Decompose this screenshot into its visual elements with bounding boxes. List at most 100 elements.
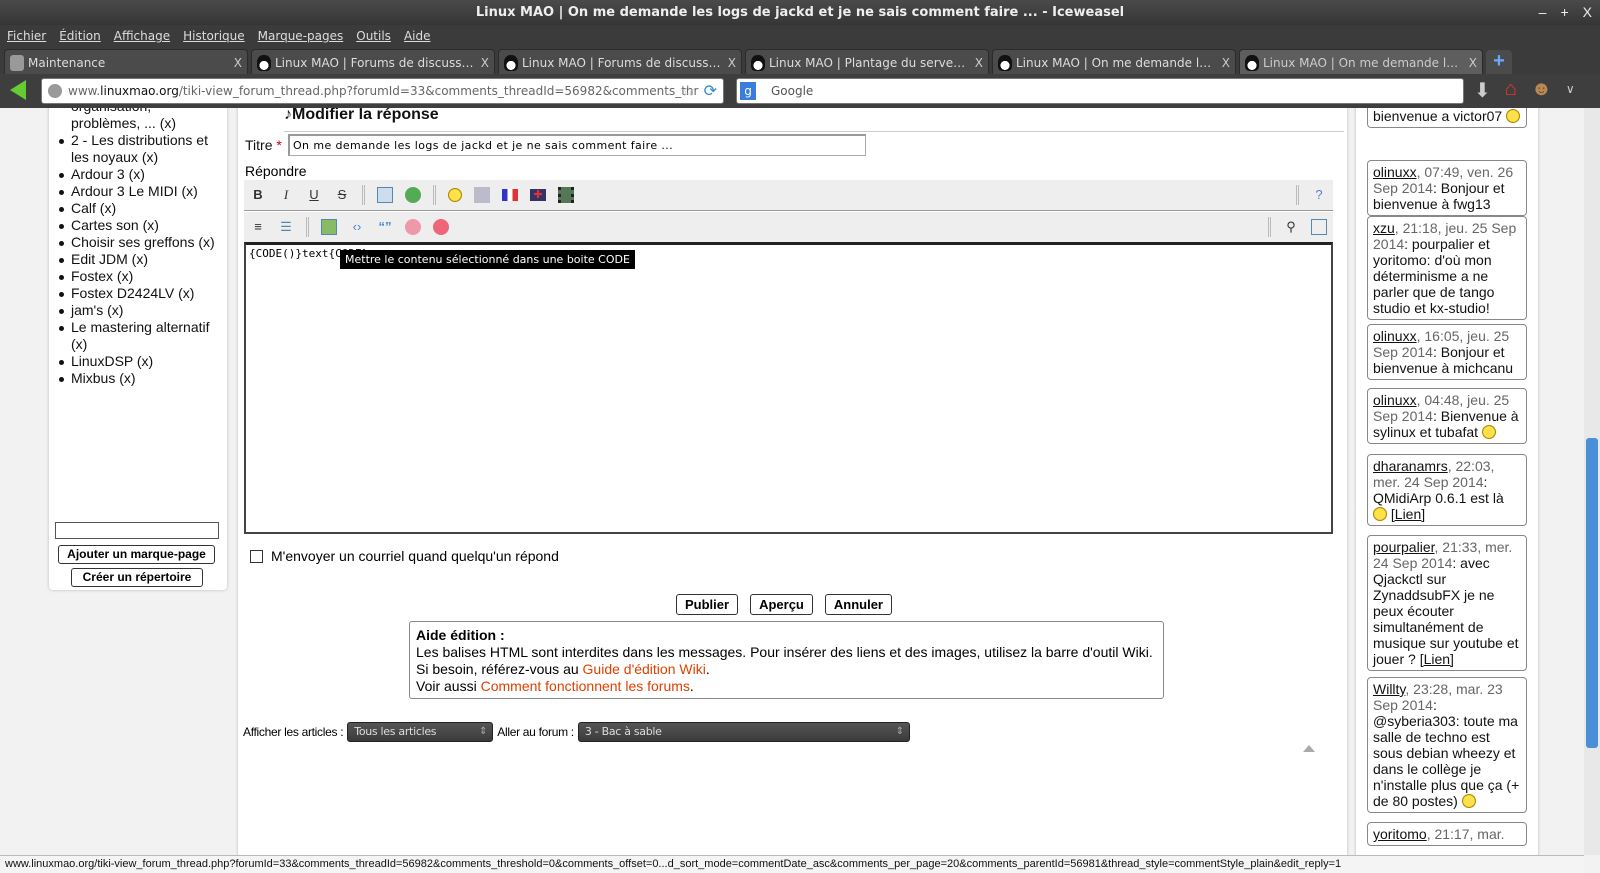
back-arrow-icon[interactable] <box>10 80 26 100</box>
bookmark-item[interactable]: 2 - Les distributions et les noyaux (x) <box>57 132 222 166</box>
tab[interactable]: Maintenance X <box>4 49 248 75</box>
flag-fr-icon[interactable] <box>502 189 518 201</box>
close-button[interactable]: X <box>1583 4 1592 20</box>
bookmark-item[interactable]: Ardour 3 (x) <box>57 166 222 183</box>
menu-marque-pages[interactable]: Marque-pages <box>258 29 344 43</box>
bookmark-item[interactable]: Le mastering alternatif (x) <box>57 319 222 353</box>
bookmark-item[interactable]: LinuxDSP (x) <box>57 353 222 370</box>
goto-forum-select[interactable]: 3 - Bac à sable <box>577 722 910 742</box>
bookmark-item[interactable]: Mixbus (x) <box>57 370 222 387</box>
chevron-down-icon[interactable]: ∨ <box>1566 78 1575 103</box>
list-icon[interactable]: ☰ <box>278 219 294 235</box>
bookmark-item[interactable]: Fostex D2424LV (x) <box>57 285 222 302</box>
tab[interactable]: Linux MAO | Forums de discussion X <box>251 49 495 75</box>
close-tab-icon[interactable]: X <box>234 56 242 70</box>
close-tab-icon[interactable]: X <box>1222 56 1230 70</box>
menu-fichier[interactable]: Fichier <box>7 29 46 43</box>
separator <box>1296 185 1299 205</box>
quote-icon[interactable]: “” <box>377 219 393 235</box>
video-icon[interactable] <box>558 187 574 203</box>
edit-help-box: Aide édition : Les balises HTML sont int… <box>409 621 1164 699</box>
menu-aide[interactable]: Aide <box>404 29 431 43</box>
vertical-scrollbar[interactable] <box>1584 108 1600 855</box>
message-author[interactable]: yoritomo <box>1373 826 1427 842</box>
message-author[interactable]: pourpalier <box>1373 539 1435 555</box>
divider <box>284 131 1344 132</box>
tab-active[interactable]: Linux MAO | On me demande les ... X <box>1239 49 1483 75</box>
find-icon[interactable]: ⚲ <box>1283 219 1299 235</box>
bookmark-item[interactable]: Cartes son (x) <box>57 217 222 234</box>
home-icon[interactable]: ⌂ <box>1505 78 1517 103</box>
menu-historique[interactable]: Historique <box>183 29 245 43</box>
create-folder-button[interactable]: Créer un répertoire <box>71 568 203 587</box>
message-author[interactable]: olinuxx <box>1373 164 1417 180</box>
close-tab-icon[interactable]: X <box>728 56 736 70</box>
tab[interactable]: Linux MAO | On me demande les ... X <box>992 49 1236 75</box>
bookmark-item[interactable]: Fostex (x) <box>57 268 222 285</box>
greasemonkey-icon[interactable]: ☻ <box>1531 78 1552 103</box>
minimize-button[interactable]: – <box>1539 4 1547 20</box>
external-link-icon[interactable] <box>405 187 421 203</box>
close-tab-icon[interactable]: X <box>481 56 489 70</box>
url-bar[interactable]: www.linuxmao.org/tiki-view_forum_thread.… <box>41 78 724 104</box>
download-icon[interactable]: ⬇ <box>1474 78 1491 103</box>
google-icon[interactable]: g <box>740 82 756 100</box>
bookmark-star-icon[interactable]: ☆ <box>681 79 695 103</box>
bookmark-item[interactable]: jam's (x) <box>57 302 222 319</box>
title-input[interactable]: On me demande les logs de jackd et je ne… <box>288 134 866 156</box>
menu-affichage[interactable]: Affichage <box>114 29 170 43</box>
bookmark-item[interactable]: organisation, problèmes, ... (x) <box>57 108 222 132</box>
menu-outils[interactable]: Outils <box>356 29 391 43</box>
message-author[interactable]: xzu <box>1373 220 1395 236</box>
globe-icon <box>48 84 62 98</box>
search-input[interactable]: g Google <box>736 78 1464 104</box>
publish-button[interactable]: Publier <box>676 594 739 615</box>
special-chars-icon[interactable] <box>474 187 490 203</box>
flag-uk-icon[interactable]: ✚ <box>530 189 546 201</box>
shoutbox-message: Sep 2014: Bonjour et bienvenue a victor0… <box>1367 108 1527 128</box>
cancel-button[interactable]: Annuler <box>824 594 892 615</box>
preview-button[interactable]: Aperçu <box>750 594 813 615</box>
bookmark-name-input[interactable] <box>55 522 219 539</box>
tab[interactable]: Linux MAO | Forums de discussion X <box>498 49 742 75</box>
help-icon[interactable]: ? <box>1311 187 1327 203</box>
bookmark-item[interactable]: Ardour 3 Le MIDI (x) <box>57 183 222 200</box>
wiki-guide-link[interactable]: Guide d'édition Wiki <box>583 661 706 677</box>
forum-help-link[interactable]: Comment fonctionnent les forums <box>481 678 690 694</box>
message-link[interactable]: [Lien] <box>1391 506 1425 522</box>
image-icon[interactable] <box>321 219 337 235</box>
bookmark-item[interactable]: Edit JDM (x) <box>57 251 222 268</box>
reload-icon[interactable]: ⟳ <box>704 79 717 103</box>
scrollbar-thumb[interactable] <box>1586 438 1598 748</box>
add-bookmark-button[interactable]: Ajouter un marque-page <box>58 545 215 564</box>
show-articles-select[interactable]: Tous les articles <box>347 722 494 742</box>
color-palette-icon[interactable] <box>405 219 421 235</box>
bold-icon[interactable]: B <box>250 187 266 203</box>
bookmark-item[interactable]: Choisir ses greffons (x) <box>57 234 222 251</box>
bookmark-item[interactable]: Calf (x) <box>57 200 222 217</box>
reply-textarea[interactable]: {CODE()}text{CODE} <box>244 242 1333 534</box>
close-tab-icon[interactable]: X <box>1469 56 1477 70</box>
strikethrough-icon[interactable]: S <box>334 187 350 203</box>
align-center-icon[interactable]: ≡ <box>250 219 266 235</box>
shoutbox-message: olinuxx, 16:05, jeu. 25 Sep 2014: Bonjou… <box>1367 324 1527 380</box>
code-icon[interactable]: ‹› <box>349 219 365 235</box>
smiley-icon[interactable] <box>448 188 462 202</box>
box-icon[interactable] <box>433 219 449 235</box>
close-tab-icon[interactable]: X <box>975 56 983 70</box>
underline-icon[interactable]: U <box>306 187 322 203</box>
message-author[interactable]: olinuxx <box>1373 328 1417 344</box>
tab[interactable]: Linux MAO | Plantage du serveur ... X <box>745 49 989 75</box>
message-author[interactable]: olinuxx <box>1373 392 1417 408</box>
menu-edition[interactable]: Édition <box>59 29 101 43</box>
maximize-button[interactable]: + <box>1560 4 1568 20</box>
message-author[interactable]: Willty <box>1373 681 1405 697</box>
wiki-link-icon[interactable] <box>377 187 393 203</box>
fullscreen-icon[interactable] <box>1311 219 1327 235</box>
email-notify-checkbox[interactable] <box>250 549 263 563</box>
scroll-top-icon[interactable] <box>1303 745 1315 752</box>
message-link[interactable]: [Lien] <box>1420 651 1454 667</box>
message-author[interactable]: dharanamrs <box>1373 458 1448 474</box>
italic-icon[interactable]: I <box>278 187 294 203</box>
new-tab-button[interactable]: + <box>1486 50 1512 74</box>
